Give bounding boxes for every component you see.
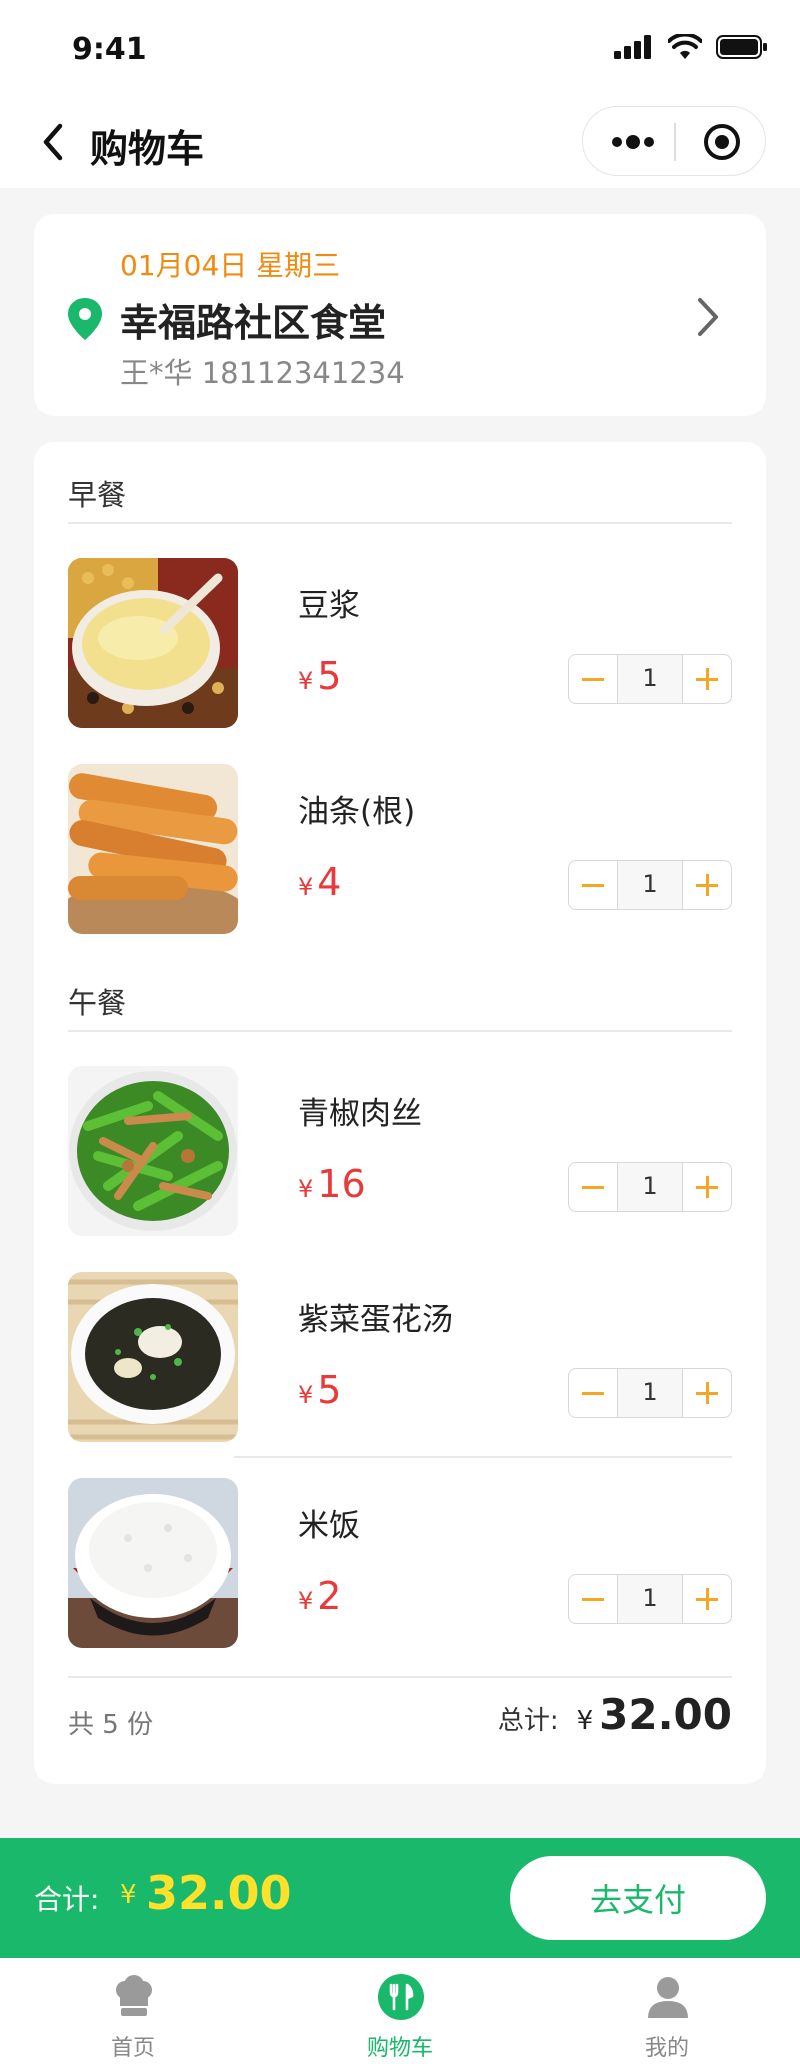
canteen-name: 幸福路社区食堂: [120, 301, 387, 345]
fried-dough-stick-image: [68, 764, 238, 934]
cart-item: 紫菜蛋花汤 ¥5 1: [68, 1272, 732, 1442]
item-name: 米饭: [298, 1508, 360, 1544]
minus-icon: [582, 678, 604, 681]
item-name: 豆浆: [298, 588, 360, 624]
battery-icon: [716, 35, 767, 59]
item-count: 共 5 份: [68, 1710, 154, 1740]
section-title-breakfast: 早餐: [68, 478, 127, 512]
cart-item: 豆浆 ¥5 1: [68, 558, 732, 728]
total-label: 总计:: [497, 1706, 559, 1736]
decrease-button[interactable]: [569, 655, 617, 703]
wifi-icon: [668, 34, 702, 59]
item-price: ¥16: [298, 1162, 366, 1206]
location-pin-icon: [68, 298, 102, 340]
quantity-stepper: 1: [568, 1368, 732, 1418]
pay-button[interactable]: 去支付: [510, 1856, 766, 1940]
seaweed-egg-soup-image: [68, 1272, 238, 1442]
user-icon: [648, 1977, 688, 2018]
contact-info: 王*华 18112341234: [120, 356, 405, 390]
chef-hat-icon: [116, 1975, 152, 2016]
tab-cart[interactable]: 购物车: [300, 1958, 500, 2064]
quantity-value[interactable]: 1: [617, 1369, 683, 1417]
minus-icon: [582, 1186, 604, 1189]
close-target-icon[interactable]: [701, 121, 743, 163]
quantity-stepper: 1: [568, 860, 732, 910]
minus-icon: [582, 884, 604, 887]
quantity-value[interactable]: 1: [617, 1575, 683, 1623]
cart-item: 米饭 ¥2 1: [68, 1478, 732, 1648]
nav-bar: 购物车: [0, 96, 800, 188]
item-name: 青椒肉丝: [298, 1096, 422, 1132]
increase-button[interactable]: [683, 861, 731, 909]
tab-profile[interactable]: 我的: [567, 1958, 767, 2064]
pickup-date: 01月04日 星期三: [120, 249, 341, 282]
increase-button[interactable]: [683, 1369, 731, 1417]
item-name: 油条(根): [298, 794, 416, 830]
increase-button[interactable]: [683, 1163, 731, 1211]
back-chevron-icon[interactable]: [34, 118, 74, 166]
green-pepper-pork-image: [68, 1066, 238, 1236]
status-time: 9:41: [72, 32, 147, 67]
tab-bar: 首页 购物车 我的: [0, 1958, 800, 2064]
minus-icon: [582, 1598, 604, 1601]
section-title-lunch: 午餐: [68, 986, 127, 1020]
mini-program-capsule: [582, 106, 766, 176]
cart-item: 青椒肉丝 ¥16 1: [68, 1066, 732, 1236]
tab-home[interactable]: 首页: [33, 1958, 233, 2064]
quantity-stepper: 1: [568, 1574, 732, 1624]
cellular-signal-icon: [614, 35, 651, 59]
checkout-currency: ¥: [120, 1880, 137, 1910]
decrease-button[interactable]: [569, 1369, 617, 1417]
item-name: 紫菜蛋花汤: [298, 1302, 453, 1338]
quantity-value[interactable]: 1: [617, 655, 683, 703]
order-list-card: 早餐 豆浆 ¥5 1 油条(根) ¥ 4 1 午餐 青椒肉丝 ¥ 16 1 紫菜…: [34, 442, 766, 1784]
tab-label: 购物车: [366, 2036, 433, 2061]
item-divider: [234, 1456, 732, 1458]
quantity-stepper: 1: [568, 654, 732, 704]
quantity-value[interactable]: 1: [617, 1163, 683, 1211]
cart-item: 油条(根) ¥4 1: [68, 764, 732, 934]
decrease-button[interactable]: [569, 861, 617, 909]
tab-label: 首页: [110, 2036, 155, 2061]
item-price: ¥4: [298, 860, 342, 904]
status-icons: [614, 34, 768, 60]
pickup-address-card[interactable]: 01月04日 星期三 幸福路社区食堂 王*华 18112341234: [34, 214, 766, 416]
order-total: 总计: ¥ 32.00: [498, 1690, 732, 1739]
quantity-stepper: 1: [568, 1162, 732, 1212]
rice-bowl-image: [68, 1478, 238, 1648]
increase-button[interactable]: [683, 1575, 731, 1623]
page-title: 购物车: [90, 127, 205, 171]
section-divider: [68, 522, 732, 524]
increase-button[interactable]: [683, 655, 731, 703]
item-price: ¥2: [298, 1574, 342, 1618]
item-price: ¥5: [298, 1368, 342, 1412]
fork-knife-icon: [378, 1974, 424, 2020]
item-price: ¥5: [298, 654, 342, 698]
quantity-value[interactable]: 1: [617, 861, 683, 909]
total-currency: ¥: [576, 1706, 594, 1736]
summary-divider: [68, 1676, 732, 1678]
decrease-button[interactable]: [569, 1575, 617, 1623]
checkout-label: 合计:: [34, 1883, 100, 1916]
soy-milk-image: [68, 558, 238, 728]
section-divider: [68, 1030, 732, 1032]
total-amount: 32.00: [599, 1690, 732, 1739]
tab-label: 我的: [644, 2036, 689, 2061]
checkout-bar: 合计: ¥ 32.00 去支付: [0, 1838, 800, 1958]
more-dots-icon[interactable]: [607, 123, 659, 161]
chevron-right-icon[interactable]: [694, 294, 722, 340]
capsule-divider: [674, 123, 676, 161]
decrease-button[interactable]: [569, 1163, 617, 1211]
minus-icon: [582, 1392, 604, 1395]
status-bar: 9:41: [0, 0, 800, 96]
checkout-amount: 32.00: [146, 1866, 292, 1920]
